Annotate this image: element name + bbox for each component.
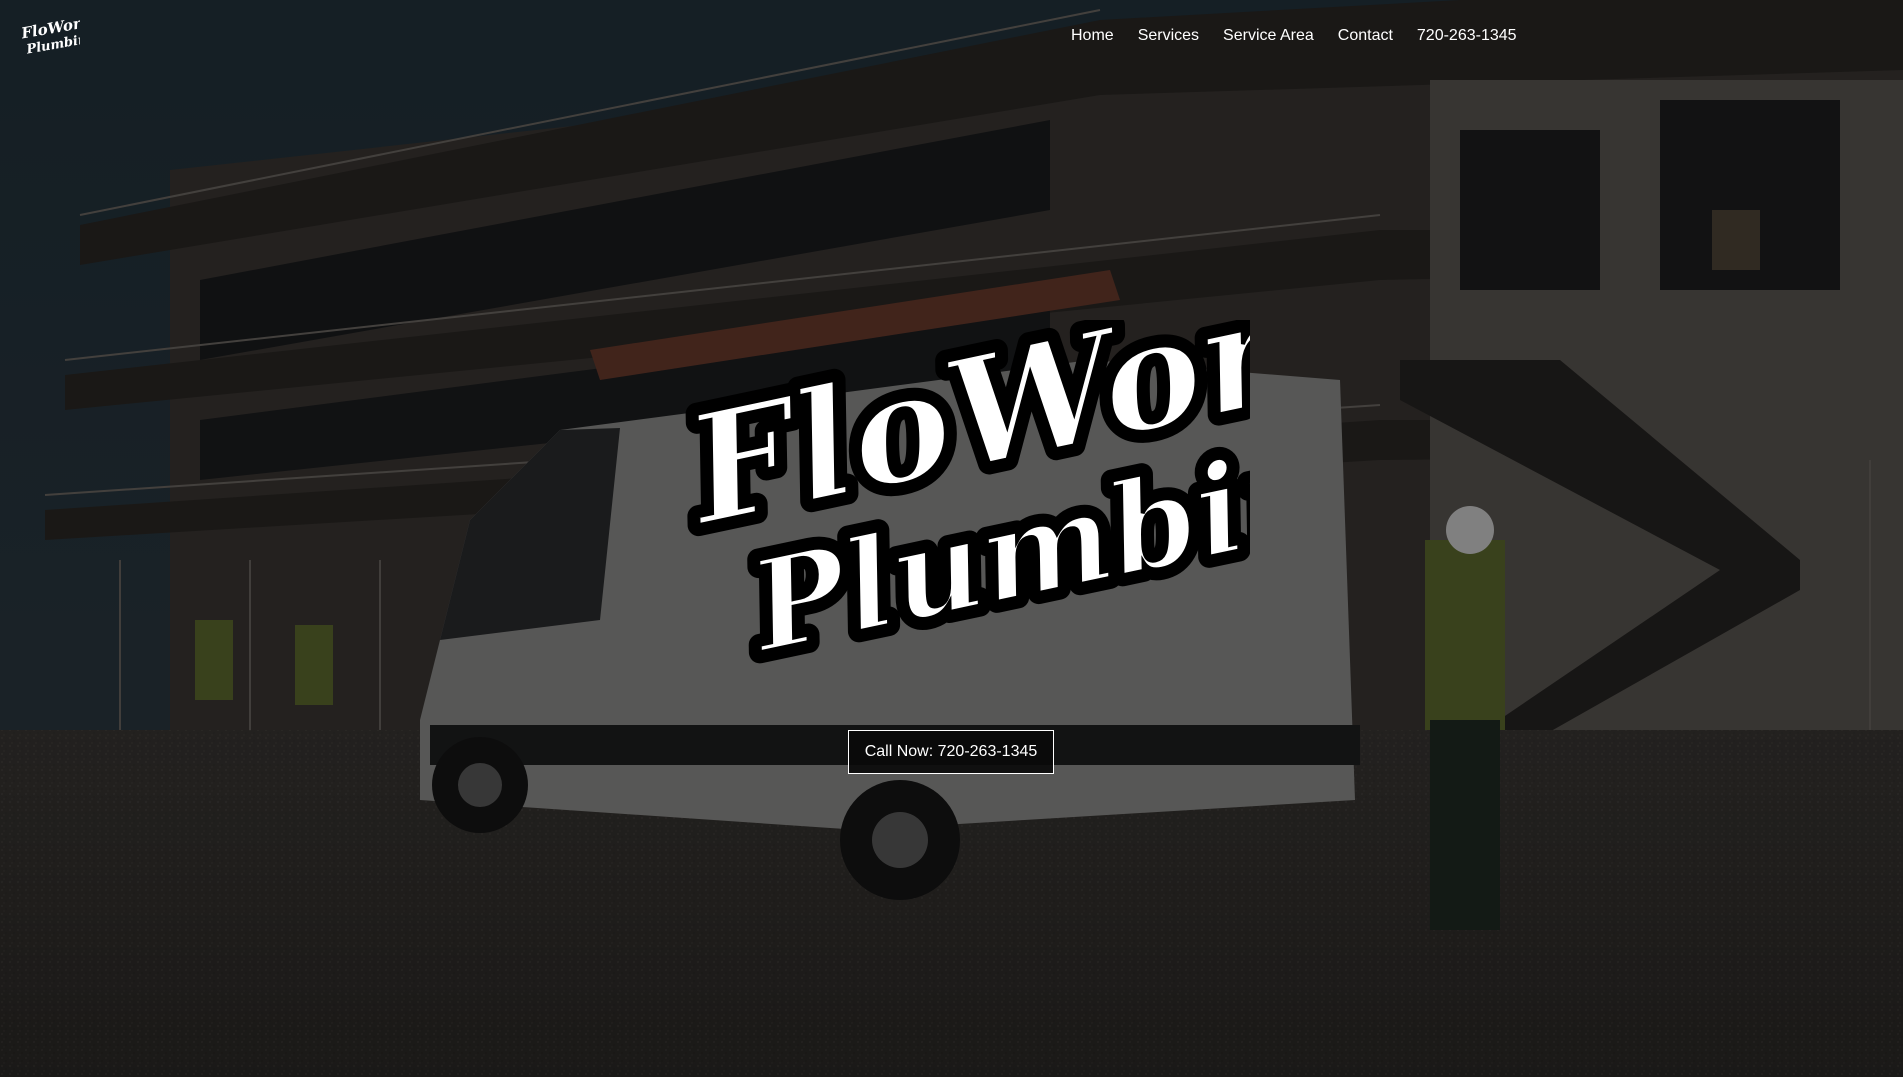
nav-link-contact[interactable]: Contact — [1338, 26, 1393, 46]
call-now-button[interactable]: Call Now: 720-263-1345 — [848, 730, 1054, 774]
hero-logo: FloWorks FloWorks Plumbing Plumbing — [660, 320, 1250, 693]
site-logo-small[interactable]: FloWorks Plumbing — [18, 14, 80, 58]
nav-link-home[interactable]: Home — [1071, 26, 1114, 46]
main-nav: Home Services Service Area Contact 720-2… — [1071, 26, 1517, 46]
nav-link-phone[interactable]: 720-263-1345 — [1417, 26, 1517, 46]
nav-link-services[interactable]: Services — [1138, 26, 1199, 46]
hero-section: FloWorks Plumbing Home Services Service … — [0, 0, 1903, 1077]
nav-link-service-area[interactable]: Service Area — [1223, 26, 1314, 46]
